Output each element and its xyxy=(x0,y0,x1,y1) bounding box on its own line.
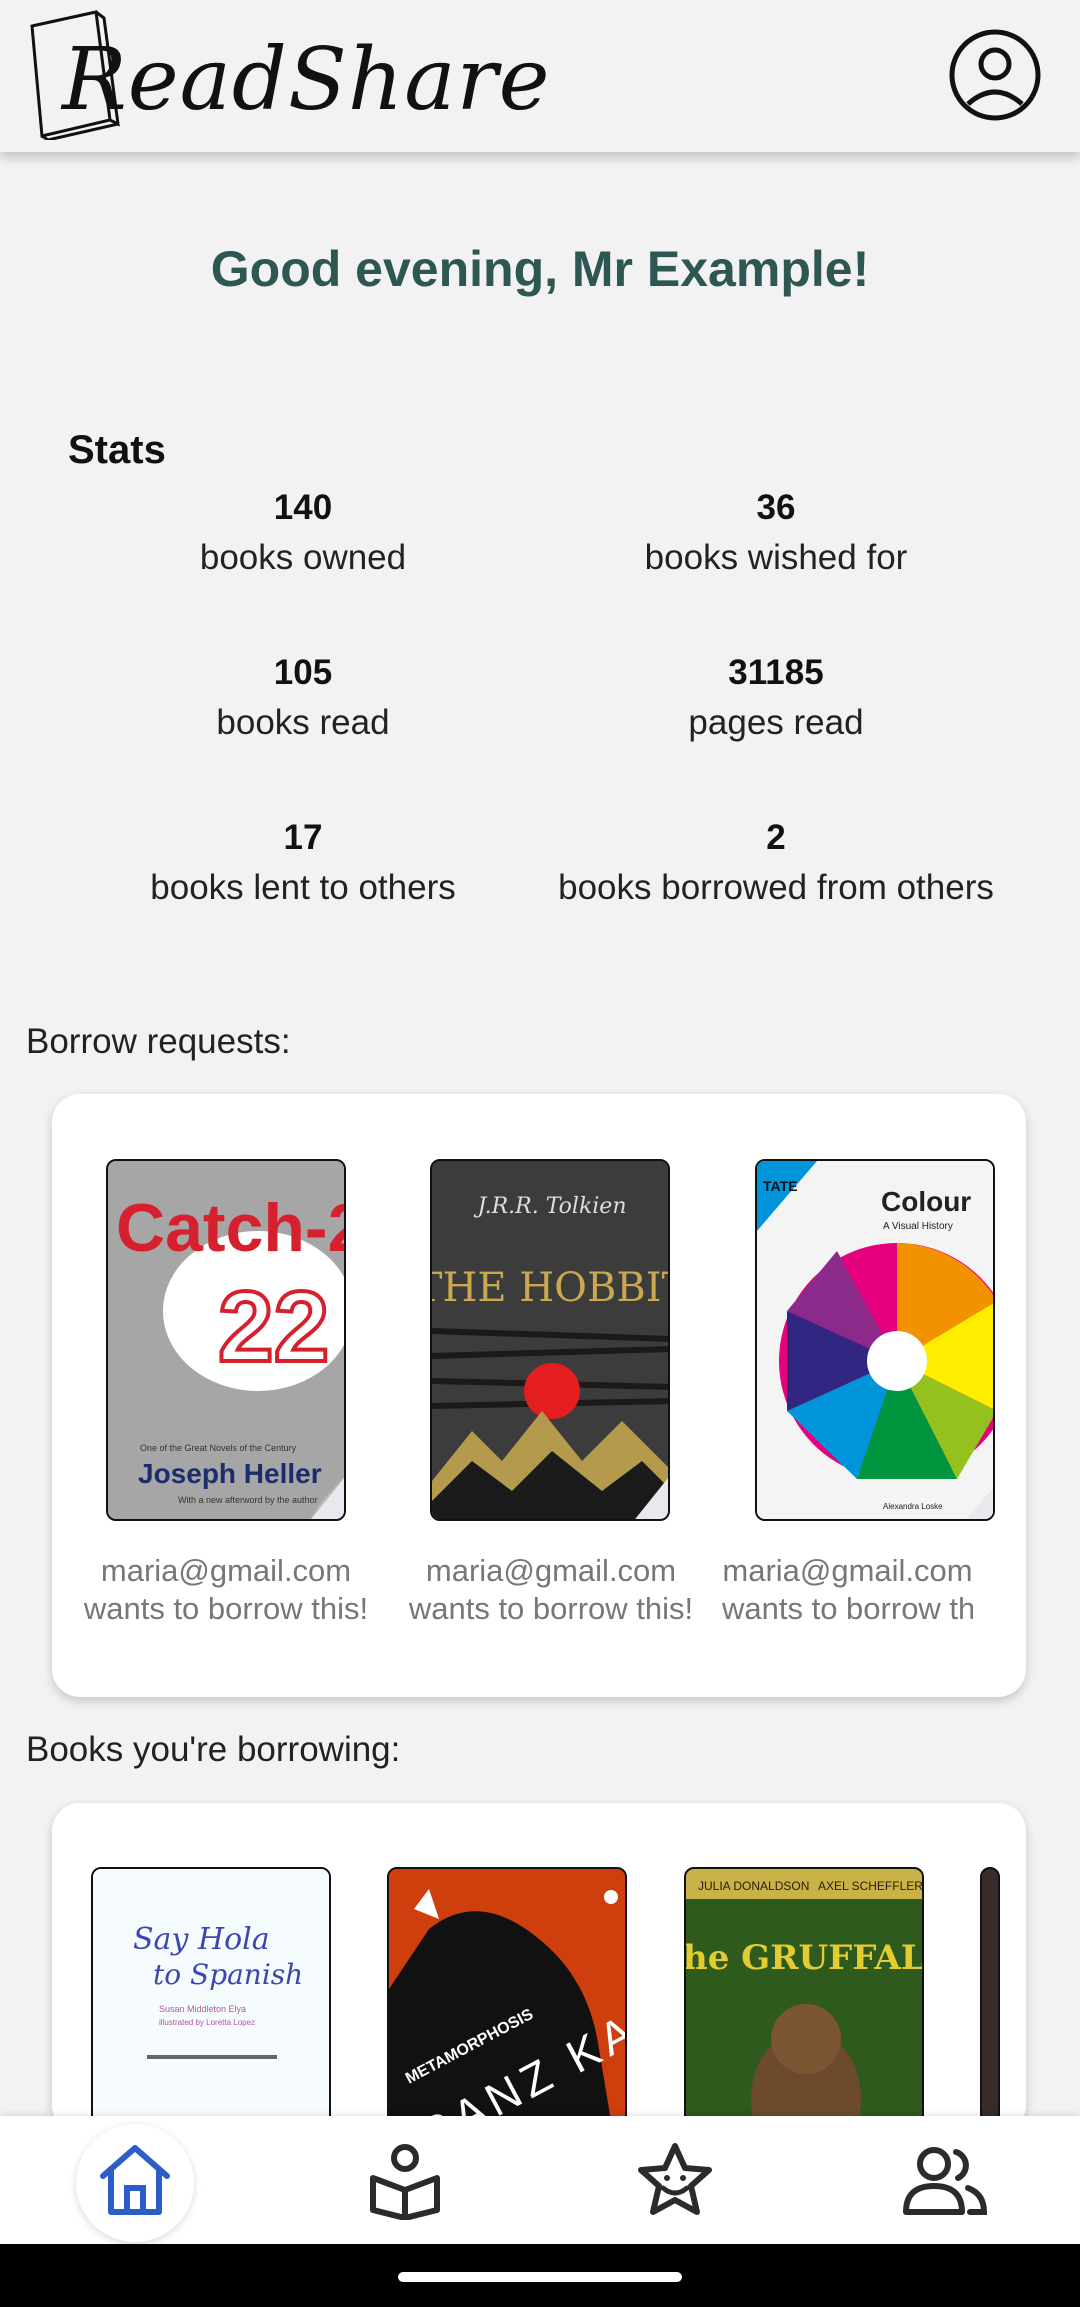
cover-title: Catch-22 xyxy=(116,1190,346,1266)
svg-text:AXEL SCHEFFLER: AXEL SCHEFFLER xyxy=(818,1879,923,1893)
borrow-requests-carousel[interactable]: Catch-22 22 One of the Great Novels of t… xyxy=(52,1094,1026,1697)
book-cover-metamorphosis[interactable]: METAMORPHOSIS FRANZ KAFKA xyxy=(387,1867,627,2133)
book-cover-partial[interactable] xyxy=(980,1867,1000,2133)
nav-library[interactable] xyxy=(270,2116,540,2244)
stat-value: 31185 xyxy=(728,653,824,692)
svg-text:A Visual History: A Visual History xyxy=(883,1221,953,1232)
borrow-request-caption: maria@gmail.com wants to borrow this! xyxy=(71,1552,381,1628)
cover-title: THE HOBBIT xyxy=(432,1265,670,1311)
svg-text:With a new afterword by the au: With a new afterword by the author xyxy=(178,1495,318,1505)
book-cover-say-hola-to-spanish[interactable]: Say Hola to Spanish Susan Middleton Elya… xyxy=(91,1867,331,2133)
nav-home[interactable] xyxy=(0,2116,270,2244)
stat-value: 2 xyxy=(766,818,786,857)
request-message: wants to borrow this! xyxy=(83,1591,369,1626)
borrowing-title: Books you're borrowing: xyxy=(26,1730,401,1769)
cover-author: J.R.R. Tolkien xyxy=(473,1194,626,1219)
stat-label: books lent to others xyxy=(150,868,456,907)
wishlist-icon xyxy=(638,2143,712,2215)
bottom-navigation xyxy=(0,2116,1080,2244)
stat-label: books borrowed from others xyxy=(558,868,994,907)
book-cover-catch-22[interactable]: Catch-22 22 One of the Great Novels of t… xyxy=(106,1159,346,1521)
say-hola-cover-art: Say Hola to Spanish Susan Middleton Elya… xyxy=(93,1869,329,2133)
requester-email: maria@gmail.com xyxy=(100,1553,352,1588)
library-icon xyxy=(370,2144,440,2220)
home-icon xyxy=(100,2145,170,2215)
request-message: wants to borrow this! xyxy=(408,1591,694,1626)
app-header: ReadShare xyxy=(0,0,1080,152)
requester-email: maria@gmail.com xyxy=(425,1553,677,1588)
stat-books-lent: 17 books lent to others xyxy=(68,816,538,916)
friends-icon xyxy=(903,2147,988,2215)
metamorphosis-cover-art: METAMORPHOSIS FRANZ KAFKA xyxy=(389,1869,625,2133)
requester-email: maria@gmail.com xyxy=(722,1553,973,1588)
book-cover-colour[interactable]: TATE Colour A Visual History Alexandra L… xyxy=(755,1159,995,1521)
catch-22-cover-art: Catch-22 22 One of the Great Novels of t… xyxy=(108,1161,346,1519)
stat-value: 17 xyxy=(283,818,323,857)
nav-friends[interactable] xyxy=(810,2116,1080,2244)
cover-title: Colour xyxy=(881,1186,971,1217)
svg-text:TATE: TATE xyxy=(763,1178,797,1194)
gruffalo-cover-art: JULIA DONALDSON AXEL SCHEFFLER The GRUFF… xyxy=(686,1869,924,2133)
colour-cover-art: TATE Colour A Visual History Alexandra L… xyxy=(757,1161,993,1519)
nav-wishlist[interactable] xyxy=(540,2116,810,2244)
borrow-requests-title: Borrow requests: xyxy=(26,1022,291,1061)
book-cover-the-hobbit[interactable]: J.R.R. Tolkien THE HOBBIT xyxy=(430,1159,670,1521)
borrow-request-caption: maria@gmail.com wants to borrow this! xyxy=(396,1552,706,1628)
svg-text:illustrated by Loretta Lopez: illustrated by Loretta Lopez xyxy=(159,2018,255,2027)
greeting-title: Good evening, Mr Example! xyxy=(210,241,870,297)
svg-text:One of the Great Novels of the: One of the Great Novels of the Century xyxy=(140,1443,297,1453)
stat-value: 105 xyxy=(273,653,333,692)
borrow-request-caption: maria@gmail.com wants to borrow this! xyxy=(722,1552,973,1628)
stat-value: 36 xyxy=(756,488,796,527)
cover-title: Say Hola xyxy=(133,1922,270,1957)
stat-books-owned: 140 books owned xyxy=(68,486,538,586)
borrowing-carousel[interactable]: Say Hola to Spanish Susan Middleton Elya… xyxy=(52,1803,1026,2133)
stat-label: books wished for xyxy=(644,538,908,577)
svg-text:to Spanish: to Spanish xyxy=(153,1958,303,1991)
stat-books-read: 105 books read xyxy=(68,651,538,751)
profile-icon[interactable] xyxy=(948,28,1042,122)
hobbit-cover-art: J.R.R. Tolkien THE HOBBIT xyxy=(432,1161,670,1519)
stat-value: 140 xyxy=(273,488,333,527)
app-name: ReadShare xyxy=(62,30,551,130)
stat-label: books owned xyxy=(199,538,407,577)
cover-author: JULIA DONALDSON xyxy=(698,1879,809,1893)
stat-label: pages read xyxy=(688,703,864,742)
cover-author: Joseph Heller xyxy=(138,1458,322,1489)
book-cover-the-gruffalo[interactable]: JULIA DONALDSON AXEL SCHEFFLER The GRUFF… xyxy=(684,1867,924,2133)
cover-title: The GRUFFALO xyxy=(686,1938,924,1978)
system-navigation-bar xyxy=(0,2244,1080,2307)
svg-text:22: 22 xyxy=(218,1271,329,1383)
stat-books-wished: 36 books wished for xyxy=(541,486,1011,586)
request-message: wants to borrow this! xyxy=(722,1591,973,1626)
stats-title: Stats xyxy=(68,428,166,472)
cover-author: Susan Middleton Elya xyxy=(159,2004,246,2014)
stat-books-borrowed: 2 books borrowed from others xyxy=(541,816,1011,916)
stat-label: books read xyxy=(216,703,390,742)
home-gesture-handle[interactable] xyxy=(398,2272,682,2282)
cover-author: Alexandra Loske xyxy=(883,1502,943,1511)
stat-pages-read: 31185 pages read xyxy=(541,651,1011,751)
app-logo[interactable]: ReadShare xyxy=(26,8,550,140)
